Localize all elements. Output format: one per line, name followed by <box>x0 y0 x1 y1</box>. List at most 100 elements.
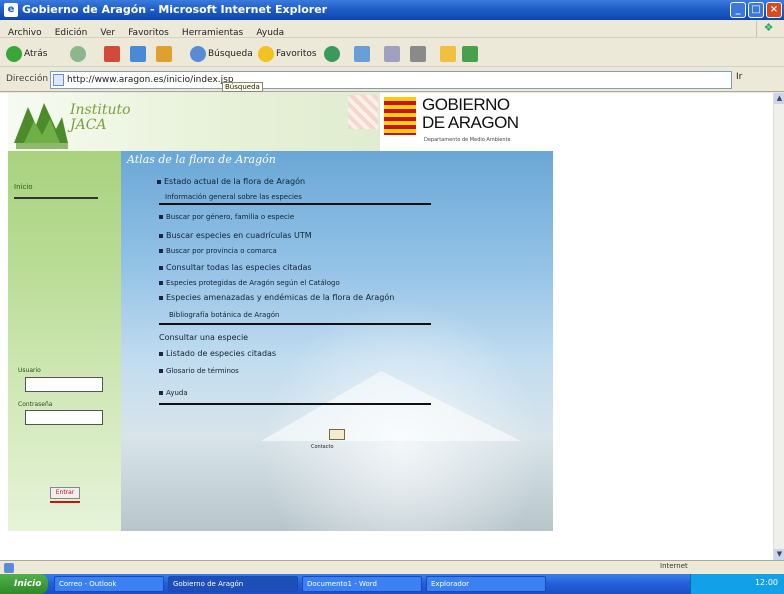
search-label: Búsqueda <box>208 49 253 59</box>
government-department: Departamento de Medio Ambiente <box>424 137 511 143</box>
security-zone: Internet <box>660 562 688 570</box>
back-button[interactable]: Atrás <box>6 45 47 63</box>
messenger-button[interactable] <box>462 45 480 63</box>
government-logo[interactable]: GOBIERNO DE ARAGON Departamento de Medio… <box>380 93 553 151</box>
history-icon <box>354 45 370 62</box>
title-bar: e Gobierno de Aragón - Microsoft Interne… <box>0 0 784 20</box>
bullet-icon <box>159 369 163 373</box>
folder-icon <box>440 45 456 62</box>
site-header: Instituto JACA GOBIERNO DE ARAGON Depart… <box>8 93 553 151</box>
header-decoration <box>348 95 378 129</box>
toolbar: Atrás Búsqueda Favoritos <box>0 39 784 67</box>
scroll-down-icon[interactable]: ▼ <box>774 549 784 560</box>
menu-link-3-label: Buscar por género, familia o especie <box>166 213 295 221</box>
mountain-backdrop <box>261 371 521 441</box>
back-icon <box>6 45 22 62</box>
menu-link-13-label: Ayuda <box>166 389 188 397</box>
refresh-button[interactable] <box>130 45 148 63</box>
taskbar-item-3[interactable]: Documento1 - Word <box>302 576 422 592</box>
vertical-scrollbar[interactable]: ▲ ▼ <box>773 93 784 560</box>
menu-link-11[interactable]: Listado de especies citadas <box>159 349 276 358</box>
bullet-icon <box>159 249 163 253</box>
scroll-up-icon[interactable]: ▲ <box>774 93 784 104</box>
divider <box>159 323 431 325</box>
mail-toolbar-icon <box>384 45 400 62</box>
menu-link-13[interactable]: Ayuda <box>159 389 188 397</box>
government-title: GOBIERNO DE ARAGON <box>422 96 519 132</box>
bullet-icon <box>159 391 163 395</box>
folder-button[interactable] <box>440 45 458 63</box>
ie-icon: e <box>4 3 18 17</box>
taskbar-item-1[interactable]: Correo - Outlook <box>54 576 164 592</box>
password-input[interactable] <box>25 410 103 425</box>
favorites-button[interactable]: Favoritos <box>258 45 317 63</box>
gov-title-line-1: GOBIERNO <box>422 95 510 114</box>
stop-button[interactable] <box>104 45 122 63</box>
home-button[interactable] <box>156 45 174 63</box>
menu-link-4-label: Buscar especies en cuadrículas UTM <box>166 231 312 240</box>
go-button[interactable]: Ir <box>736 72 742 82</box>
media-button[interactable] <box>324 45 342 63</box>
menu-link-8[interactable]: Especies amenazadas y endémicas de la fl… <box>159 293 394 302</box>
messenger-icon <box>462 45 478 62</box>
menu-link-5[interactable]: Buscar por provincia o comarca <box>159 247 277 255</box>
page-icon <box>53 74 64 86</box>
clock[interactable]: 12:00 <box>755 578 778 587</box>
print-button[interactable] <box>410 45 428 63</box>
divider <box>159 403 431 405</box>
search-icon <box>190 45 206 62</box>
taskbar-item-4[interactable]: Explorador <box>426 576 546 592</box>
menu-link-1[interactable]: Estado actual de la flora de Aragón <box>157 177 305 186</box>
password-label: Contraseña <box>18 401 53 408</box>
window-title: Gobierno de Aragón - Microsoft Internet … <box>22 3 328 16</box>
menu-link-8-label: Especies amenazadas y endémicas de la fl… <box>166 293 395 302</box>
system-tray: 12:00 <box>690 574 784 594</box>
start-button[interactable]: Inicio <box>0 574 48 594</box>
site-logo-text: Instituto JACA <box>70 103 131 133</box>
close-button[interactable]: × <box>766 2 782 18</box>
menu-link-7[interactable]: Especies protegidas de Aragón según el C… <box>159 279 340 287</box>
menu-link-12[interactable]: Glosario de términos <box>159 367 239 375</box>
menu-link-9[interactable]: Bibliografía botánica de Aragón <box>169 311 280 319</box>
sidebar-divider <box>14 197 98 199</box>
search-button[interactable]: Búsqueda <box>190 45 253 63</box>
forward-icon <box>70 45 86 62</box>
history-button[interactable] <box>354 45 372 63</box>
home-icon <box>156 45 172 62</box>
menu-link-3[interactable]: Buscar por género, familia o especie <box>159 213 294 221</box>
menu-link-10[interactable]: Consultar una especie <box>159 333 248 342</box>
menu-link-4[interactable]: Buscar especies en cuadrículas UTM <box>159 231 312 240</box>
taskbar: Inicio Correo - Outlook Gobierno de Arag… <box>0 574 784 594</box>
minimize-button[interactable]: _ <box>730 2 746 18</box>
main-panel: Atlas de la flora de Aragón Estado actua… <box>121 151 553 531</box>
maximize-button[interactable]: □ <box>748 2 764 18</box>
menu-link-5-label: Buscar por provincia o comarca <box>166 247 277 255</box>
bullet-icon <box>159 265 163 270</box>
address-label: Dirección <box>6 74 49 84</box>
media-icon <box>324 45 340 62</box>
gov-title-line-2: DE ARAGON <box>422 113 519 132</box>
aragon-flag-icon <box>384 97 416 135</box>
sidebar-nav-home[interactable]: Inicio <box>14 183 33 191</box>
address-input[interactable]: http://www.aragon.es/inicio/index.jsp <box>50 71 732 89</box>
address-url: http://www.aragon.es/inicio/index.jsp <box>67 75 234 85</box>
back-label: Atrás <box>24 49 48 59</box>
login-button[interactable]: Entrar <box>50 487 80 499</box>
divider <box>159 203 431 205</box>
menu-link-6[interactable]: Consultar todas las especies citadas <box>159 263 312 272</box>
forward-button[interactable] <box>70 45 88 63</box>
user-input[interactable] <box>25 377 103 392</box>
taskbar-item-2[interactable]: Gobierno de Aragón <box>168 576 298 592</box>
mail-button[interactable] <box>384 45 402 63</box>
tooltip: Búsqueda <box>222 82 263 92</box>
contact-link[interactable]: Contacto <box>311 444 334 450</box>
address-bar: Dirección http://www.aragon.es/inicio/in… <box>0 68 784 92</box>
logo-line-1: Instituto <box>70 102 131 118</box>
browser-window: e Gobierno de Aragón - Microsoft Interne… <box>0 0 784 594</box>
logo-underline <box>16 143 68 149</box>
page-content: Instituto JACA GOBIERNO DE ARAGON Depart… <box>0 93 773 560</box>
envelope-icon[interactable] <box>329 429 345 440</box>
bullet-icon <box>159 351 163 356</box>
menu-link-2[interactable]: Información general sobre las especies <box>165 193 302 201</box>
main-title: Atlas de la flora de Aragón <box>127 153 276 166</box>
